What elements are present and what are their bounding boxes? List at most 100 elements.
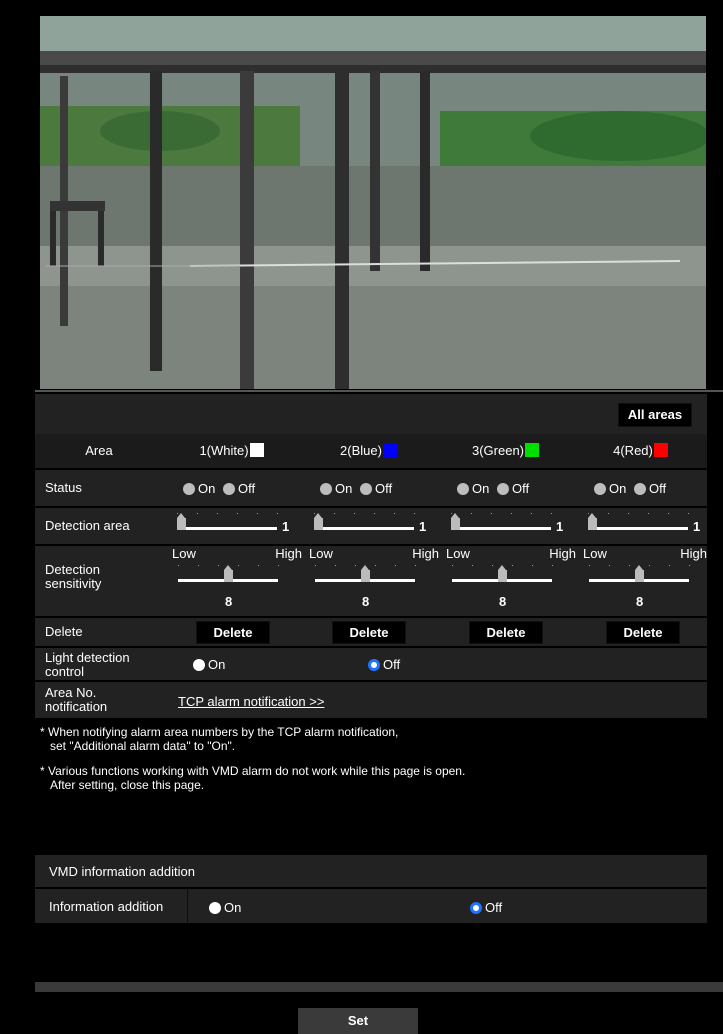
status-off-radio[interactable] xyxy=(359,483,372,495)
sensitivity-high-label: High xyxy=(680,546,707,561)
status-area-4[interactable]: On Off xyxy=(594,481,666,496)
sensitivity-area-3: Low High 8 xyxy=(446,546,576,616)
status-off-radio[interactable] xyxy=(633,483,646,495)
status-on-radio[interactable] xyxy=(320,483,332,495)
light-detection-label: Light detection control xyxy=(45,650,130,679)
delete-area-3-button[interactable]: Delete xyxy=(469,621,543,644)
sensitivity-slider[interactable] xyxy=(315,565,416,589)
set-button[interactable]: Set xyxy=(298,1008,418,1034)
delete-area-1-button[interactable]: Delete xyxy=(196,621,270,644)
area-4-color-swatch xyxy=(653,443,668,457)
all-areas-button[interactable]: All areas xyxy=(618,403,692,427)
status-off-label: Off xyxy=(237,481,256,496)
slider-thumb[interactable] xyxy=(177,513,186,530)
slider-thumb[interactable] xyxy=(361,565,370,582)
detection-area-row: Detection area 1 1 1 1 xyxy=(35,508,707,544)
status-off-radio[interactable] xyxy=(496,483,509,495)
information-addition-off-label: Off xyxy=(485,900,503,915)
note-3: * Various functions working with VMD ala… xyxy=(40,764,466,778)
area-4-label: 4(Red) xyxy=(613,443,653,458)
slider-thumb[interactable] xyxy=(314,513,323,530)
tcp-alarm-notification-link[interactable]: TCP alarm notification >> xyxy=(178,694,324,709)
sensitivity-value: 8 xyxy=(636,594,644,609)
sensitivity-row: Detection sensitivity Low High 8 Low Hig… xyxy=(35,546,707,616)
slider-thumb[interactable] xyxy=(224,565,233,582)
delete-area-2-button[interactable]: Delete xyxy=(332,621,406,644)
sensitivity-slider[interactable] xyxy=(589,565,690,589)
sensitivity-area-1: Low High 8 xyxy=(172,546,302,616)
area-1-label: 1(White) xyxy=(199,443,249,458)
status-on-label: On xyxy=(609,481,627,496)
sensitivity-area-2: Low High 8 xyxy=(309,546,439,616)
sensitivity-low-label: Low xyxy=(172,546,196,561)
status-on-radio[interactable] xyxy=(457,483,469,495)
detection-area-slider-4[interactable] xyxy=(588,513,689,537)
sensitivity-high-label: High xyxy=(412,546,439,561)
cell-divider xyxy=(187,889,188,923)
status-off-label: Off xyxy=(511,481,530,496)
light-detection-row: Light detection control On Off xyxy=(35,648,707,680)
sensitivity-slider[interactable] xyxy=(452,565,553,589)
information-addition-label: Information addition xyxy=(49,899,164,914)
light-detection-on[interactable]: On xyxy=(193,657,225,672)
slider-thumb[interactable] xyxy=(451,513,460,530)
detection-area-value-1: 1 xyxy=(282,519,290,534)
status-off-radio[interactable] xyxy=(222,483,235,495)
vmd-info-header: VMD information addition xyxy=(35,855,707,887)
information-addition-off-radio[interactable] xyxy=(470,902,482,914)
status-off-label: Off xyxy=(648,481,667,496)
status-on-label: On xyxy=(335,481,353,496)
detection-area-slider-2[interactable] xyxy=(314,513,415,537)
area-1-color-swatch xyxy=(249,443,264,457)
vmd-info-row: Information addition On Off xyxy=(35,889,707,923)
area-notification-label: Area No. notification xyxy=(45,685,108,714)
camera-scene xyxy=(40,16,706,389)
sensitivity-low-label: Low xyxy=(446,546,470,561)
divider xyxy=(35,390,723,392)
area-2-header: 2(Blue) xyxy=(300,434,437,468)
status-area-2[interactable]: On Off xyxy=(320,481,392,496)
slider-thumb[interactable] xyxy=(498,565,507,582)
sensitivity-high-label: High xyxy=(275,546,302,561)
status-on-radio[interactable] xyxy=(183,483,195,495)
camera-view-image[interactable] xyxy=(40,16,706,389)
light-detection-on-radio[interactable] xyxy=(193,659,205,671)
area-3-label: 3(Green) xyxy=(471,443,525,458)
sensitivity-slider[interactable] xyxy=(178,565,279,589)
area-header-label: Area xyxy=(85,443,113,458)
area-3-header: 3(Green) xyxy=(437,434,574,468)
information-addition-on-radio[interactable] xyxy=(209,902,221,914)
status-area-1[interactable]: On Off xyxy=(183,481,255,496)
slider-thumb[interactable] xyxy=(588,513,597,530)
light-detection-off[interactable]: Off xyxy=(368,657,400,672)
delete-label: Delete xyxy=(45,624,83,639)
sensitivity-label: Detection sensitivity xyxy=(45,562,102,591)
note-1: * When notifying alarm area numbers by t… xyxy=(40,725,399,739)
area-3-color-swatch xyxy=(525,443,540,457)
sensitivity-value: 8 xyxy=(362,594,370,609)
detection-area-value-2: 1 xyxy=(419,519,427,534)
sensitivity-high-label: High xyxy=(549,546,576,561)
area-header-row: Area 1(White) 2(Blue) 3(Green) 4(Red) xyxy=(35,434,707,468)
note-4: After setting, close this page. xyxy=(50,778,205,792)
sensitivity-low-label: Low xyxy=(309,546,333,561)
area-4-header: 4(Red) xyxy=(574,434,707,468)
area-1-header: 1(White) xyxy=(163,434,300,468)
status-on-label: On xyxy=(198,481,216,496)
detection-area-value-4: 1 xyxy=(693,519,701,534)
information-addition-off[interactable]: Off xyxy=(470,900,502,915)
sensitivity-value: 8 xyxy=(225,594,233,609)
footer-separator xyxy=(35,982,723,992)
note-2: set "Additional alarm data" to "On". xyxy=(50,739,236,753)
slider-thumb[interactable] xyxy=(635,565,644,582)
sensitivity-area-4: Low High 8 xyxy=(583,546,707,616)
status-on-radio[interactable] xyxy=(594,483,606,495)
vmd-info-title: VMD information addition xyxy=(49,864,195,879)
light-detection-off-radio[interactable] xyxy=(368,659,380,671)
delete-area-4-button[interactable]: Delete xyxy=(606,621,680,644)
detection-area-slider-3[interactable] xyxy=(451,513,552,537)
detection-area-slider-1[interactable] xyxy=(177,513,278,537)
all-areas-row: All areas xyxy=(35,394,707,434)
status-area-3[interactable]: On Off xyxy=(457,481,529,496)
information-addition-on[interactable]: On xyxy=(209,900,241,915)
